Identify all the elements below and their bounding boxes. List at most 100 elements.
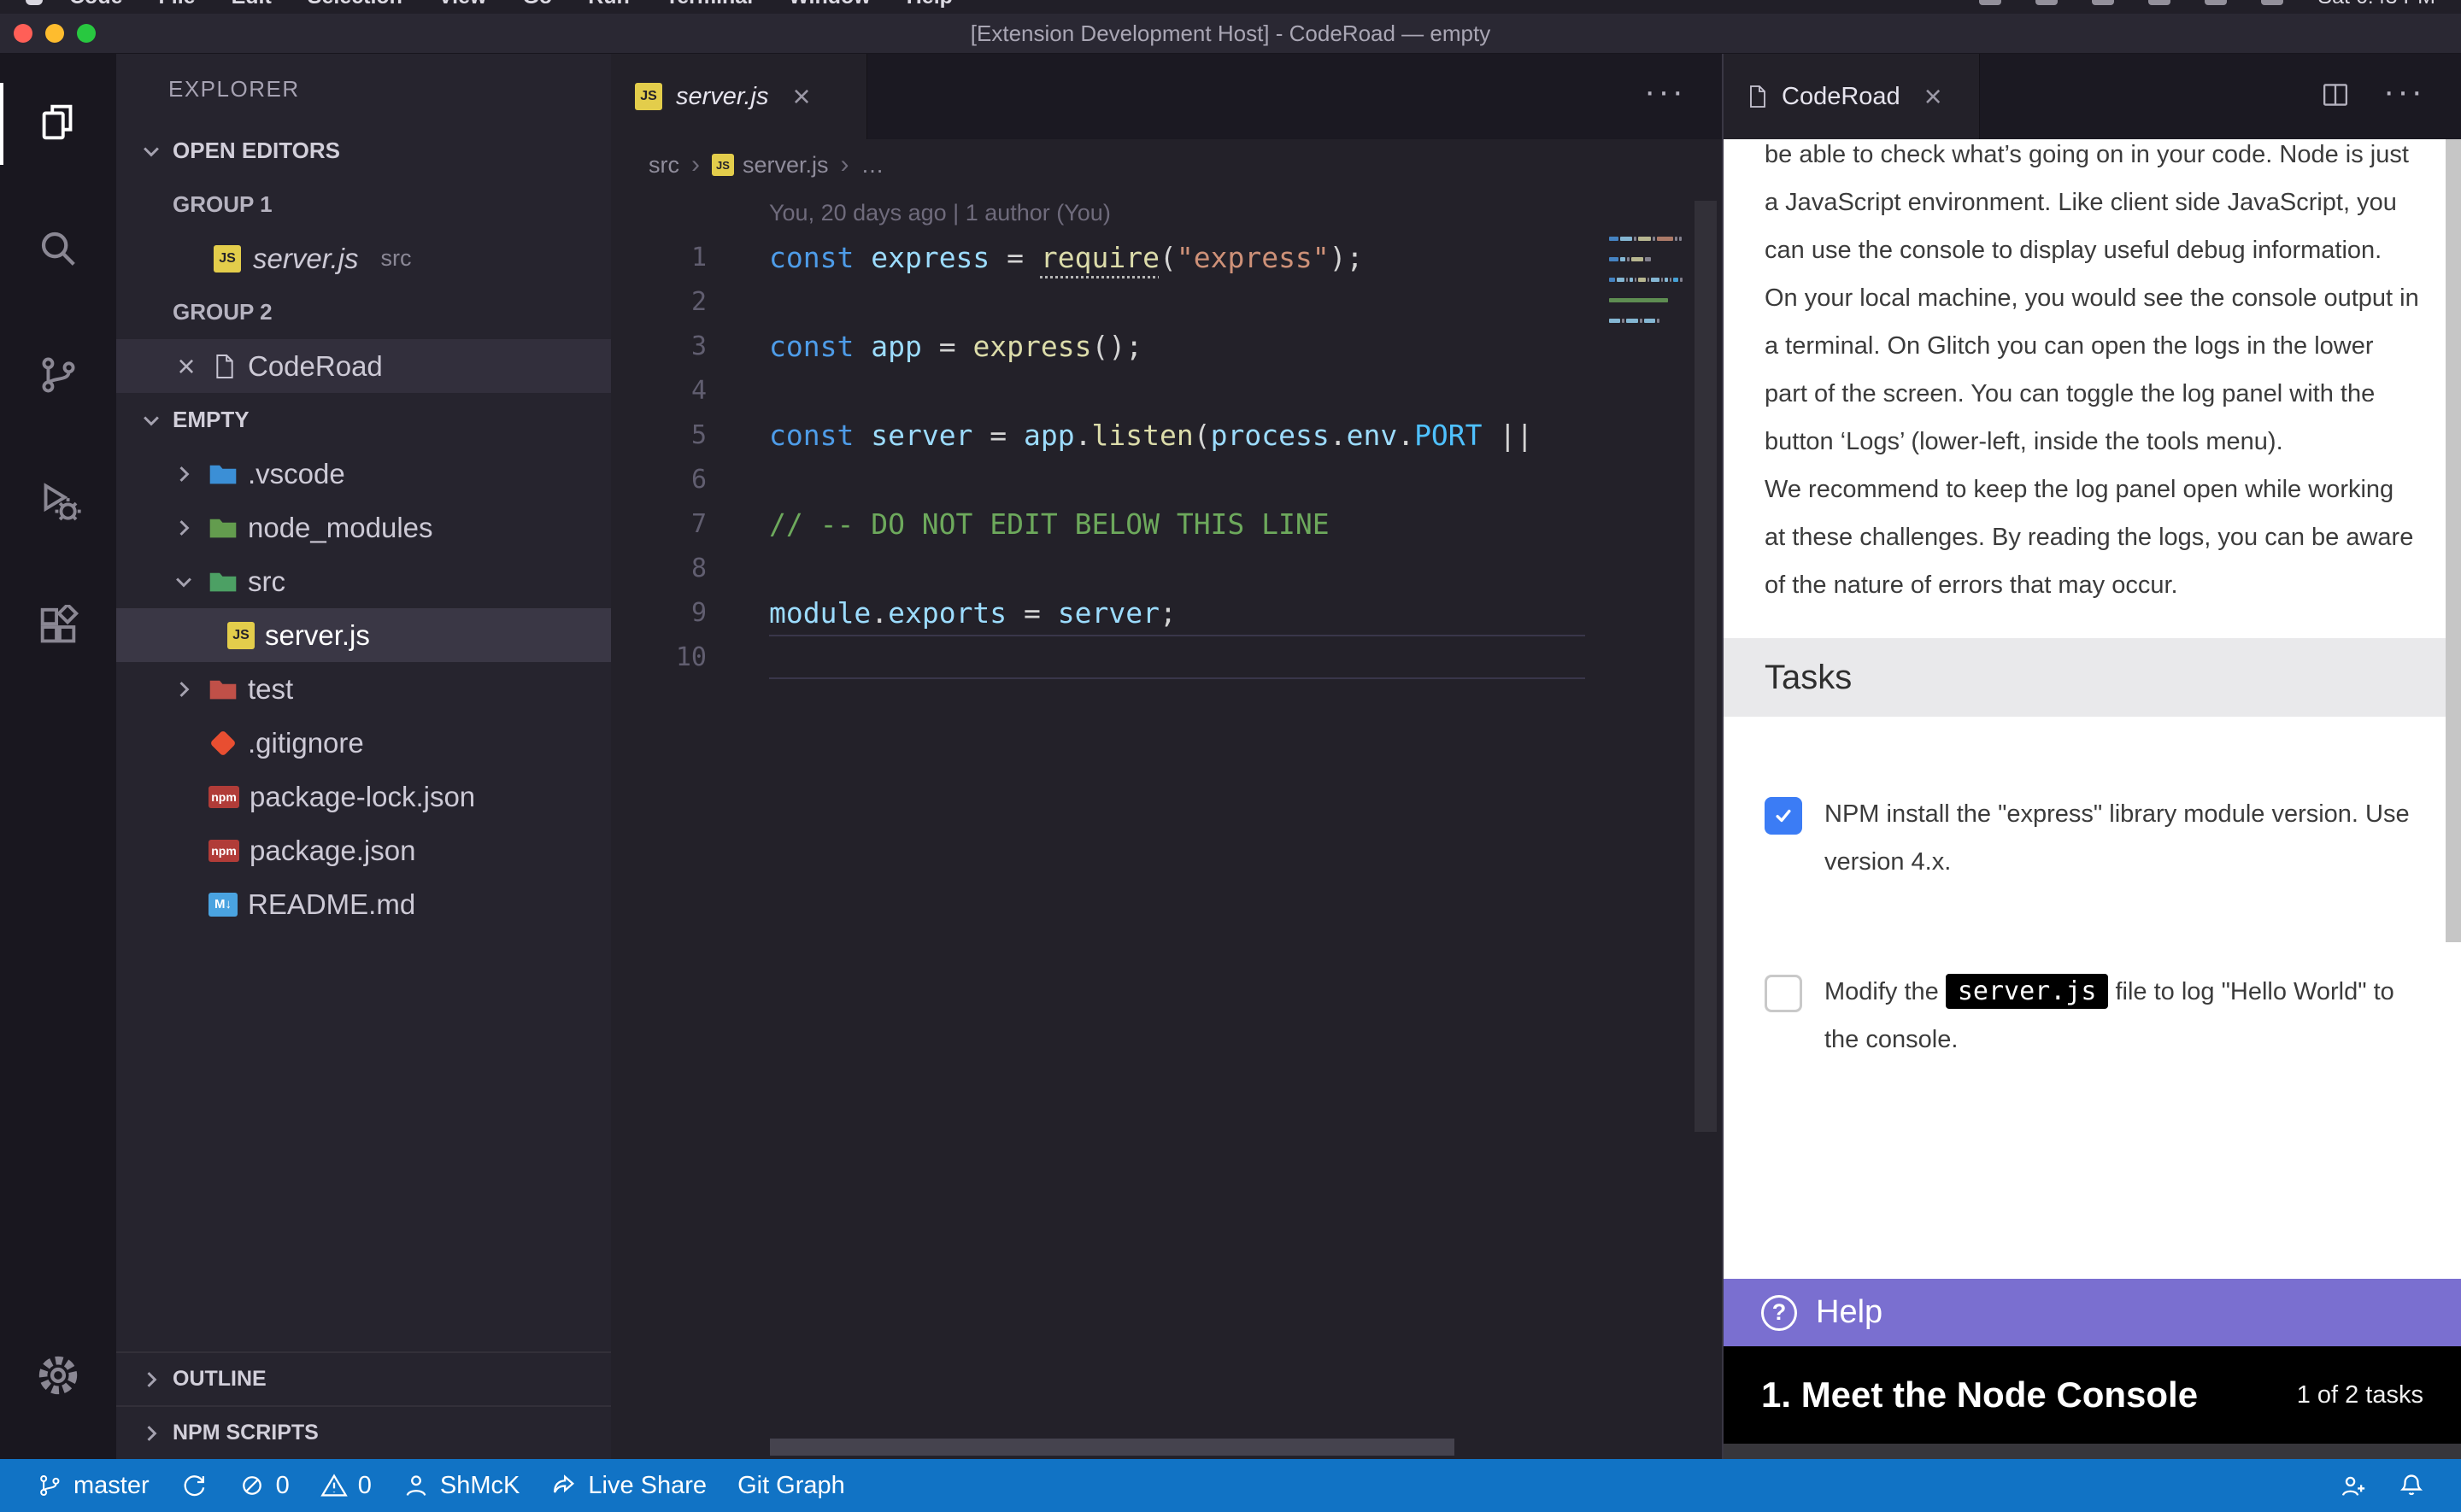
tree-item-package-lock-json[interactable]: npmpackage-lock.json [116, 770, 611, 823]
wifi-icon[interactable] [2092, 0, 2114, 5]
battery-icon[interactable] [2035, 0, 2058, 5]
code-line-9[interactable]: 9module.exports = server; [611, 590, 1585, 635]
menu-view[interactable]: View [420, 0, 505, 9]
code-line-5[interactable]: 5const server = app.listen(process.env.P… [611, 413, 1585, 457]
activity-search-button[interactable] [0, 187, 116, 314]
control-center-icon[interactable] [2205, 0, 2227, 5]
display-icon[interactable] [1979, 0, 2001, 5]
status-0[interactable]: 0 [305, 1459, 387, 1512]
close-window-button[interactable] [14, 24, 32, 43]
menu-edit[interactable]: Edit [214, 0, 290, 9]
minimize-window-button[interactable] [45, 24, 64, 43]
status-shmck[interactable]: ShMcK [387, 1459, 535, 1512]
menu-run[interactable]: Run [570, 0, 648, 9]
activity-source-control-button[interactable] [0, 314, 116, 440]
section-open-editors[interactable]: OPEN EDITORS [116, 124, 611, 178]
status-live-share[interactable]: Live Share [535, 1459, 722, 1512]
tab-label: CodeRoad [1782, 83, 1900, 111]
code-line-4[interactable]: 4 [611, 368, 1585, 413]
more-actions-icon[interactable]: ··· [1644, 74, 1686, 108]
code-line-3[interactable]: 3const app = express(); [611, 324, 1585, 368]
status-0[interactable]: 0 [223, 1459, 305, 1512]
close-icon[interactable]: × [1924, 79, 1942, 114]
code-line-1[interactable]: 1const express = require("express"); [611, 235, 1585, 279]
section-outline[interactable]: OUTLINE [116, 1351, 611, 1405]
menu-window[interactable]: Window [771, 0, 889, 9]
code-line-6[interactable]: 6 [611, 457, 1585, 501]
breadcrumb-item-item[interactable]: … [861, 152, 884, 179]
status-bell[interactable] [2382, 1459, 2440, 1512]
menu-go[interactable]: Go [504, 0, 570, 9]
spotlight-icon[interactable] [2148, 0, 2170, 5]
section-npm-scripts[interactable]: NPM SCRIPTS [116, 1405, 611, 1459]
tree-item-test[interactable]: test [116, 662, 611, 716]
close-icon[interactable]: × [793, 79, 811, 114]
task-text: Modify the server.js file to log "Hello … [1824, 968, 2420, 1064]
window-title: [Extension Development Host] - CodeRoad … [0, 21, 2461, 47]
help-bar[interactable]: ? Help [1724, 1279, 2461, 1346]
tab-coderoad[interactable]: CodeRoad × [1724, 54, 1980, 139]
tree-item-label: package.json [250, 835, 415, 867]
open-editor-server-js[interactable]: JSserver.jssrc [116, 231, 611, 285]
tree-item-src[interactable]: src [116, 554, 611, 608]
apple-menu-icon[interactable] [26, 0, 43, 5]
status-sync[interactable] [165, 1459, 223, 1512]
code-line-10[interactable]: 10 [611, 635, 1585, 679]
explorer-icon [35, 99, 81, 149]
activity-settings-button[interactable] [0, 1314, 116, 1440]
tree-item-vscode[interactable]: .vscode [116, 447, 611, 501]
code-line-7[interactable]: 7// -- DO NOT EDIT BELOW THIS LINE [611, 501, 1585, 546]
tree-item-label: node_modules [248, 512, 433, 544]
vertical-scrollbar-thumb[interactable] [1695, 201, 1717, 1132]
open-editors-group-2: GROUP 2 [116, 285, 611, 339]
minimap[interactable] [1609, 237, 1683, 339]
status-person-add[interactable] [2324, 1459, 2382, 1512]
code-editor[interactable]: You, 20 days ago | 1 author (You)1const … [611, 190, 1722, 1459]
code-line-8[interactable]: 8 [611, 546, 1585, 590]
tree-item-node-modules[interactable]: node_modules [116, 501, 611, 554]
task-checkbox[interactable] [1765, 975, 1802, 1012]
status-git-graph[interactable]: Git Graph [722, 1459, 860, 1512]
horizontal-scrollbar-thumb[interactable] [770, 1439, 1454, 1456]
open-editor-coderoad[interactable]: ×CodeRoad [116, 339, 611, 393]
tree-item-readme-md[interactable]: M↓README.md [116, 877, 611, 931]
menu-bar-clock[interactable]: Sat 6:43 PM [2317, 0, 2435, 9]
split-editor-icon[interactable] [2320, 79, 2351, 114]
line-number: 1 [611, 243, 707, 273]
chevron-right-icon [137, 1368, 166, 1392]
tree-item-gitignore[interactable]: .gitignore [116, 716, 611, 770]
task-checkbox[interactable] [1765, 797, 1802, 835]
status-bar: master00ShMcKLive ShareGit Graph [0, 1459, 2461, 1512]
test-folder-icon [209, 677, 238, 701]
horizontal-scrollbar[interactable] [770, 1439, 1585, 1456]
menu-help[interactable]: Help [889, 0, 971, 9]
panel-bottom-strip [1724, 1444, 2461, 1459]
search-icon [35, 226, 81, 276]
tree-item-package-json[interactable]: npmpackage.json [116, 823, 611, 877]
breadcrumb: src›JSserver.js›… [611, 139, 1722, 190]
editor-tab-bar: JS server.js × ··· [611, 54, 1722, 139]
more-actions-icon[interactable]: ··· [2383, 74, 2425, 108]
vertical-scrollbar[interactable] [1688, 190, 1722, 1459]
close-icon[interactable]: × [171, 349, 202, 384]
breadcrumb-item-src[interactable]: src [649, 152, 679, 179]
code-line-2[interactable]: 2 [611, 279, 1585, 324]
keyboard-icon[interactable] [2261, 0, 2283, 5]
section-workspace-empty[interactable]: EMPTY [116, 393, 611, 447]
menu-file[interactable]: File [141, 0, 214, 9]
webview-scrollbar[interactable] [2446, 139, 2461, 942]
activity-extensions-button[interactable] [0, 566, 116, 693]
status-master[interactable]: master [21, 1459, 165, 1512]
chevron-down-icon [137, 139, 166, 163]
tree-item-server-js[interactable]: JSserver.js [116, 608, 611, 662]
menu-terminal[interactable]: Terminal [648, 0, 771, 9]
tab-server-js[interactable]: JS server.js × [611, 54, 867, 139]
panel-tab-bar: CodeRoad × ··· [1724, 54, 2461, 139]
source-control-icon [35, 352, 81, 402]
menu-code[interactable]: Code [51, 0, 141, 9]
activity-run-debug-button[interactable] [0, 440, 116, 566]
activity-explorer-button[interactable] [0, 61, 116, 187]
menu-selection[interactable]: Selection [290, 0, 420, 9]
zoom-window-button[interactable] [77, 24, 96, 43]
breadcrumb-item-server-js[interactable]: JSserver.js [712, 152, 829, 179]
